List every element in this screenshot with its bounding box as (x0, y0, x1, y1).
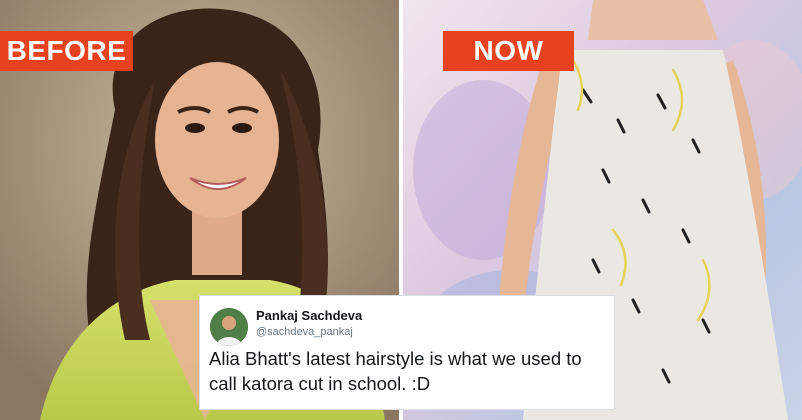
tweet-author-name: Pankaj Sachdeva (256, 308, 363, 323)
tweet-author-handle: @sachdeva_pankaj (256, 326, 353, 338)
avatar (210, 308, 248, 346)
now-label: NOW (443, 31, 574, 71)
face-shape (155, 62, 279, 218)
avatar-icon (210, 308, 248, 346)
tweet-card: Pankaj Sachdeva @sachdeva_pankaj Alia Bh… (199, 295, 615, 410)
before-label: BEFORE (0, 31, 133, 71)
tweet-text: Alia Bhatt's latest hairstyle is what we… (209, 348, 582, 394)
